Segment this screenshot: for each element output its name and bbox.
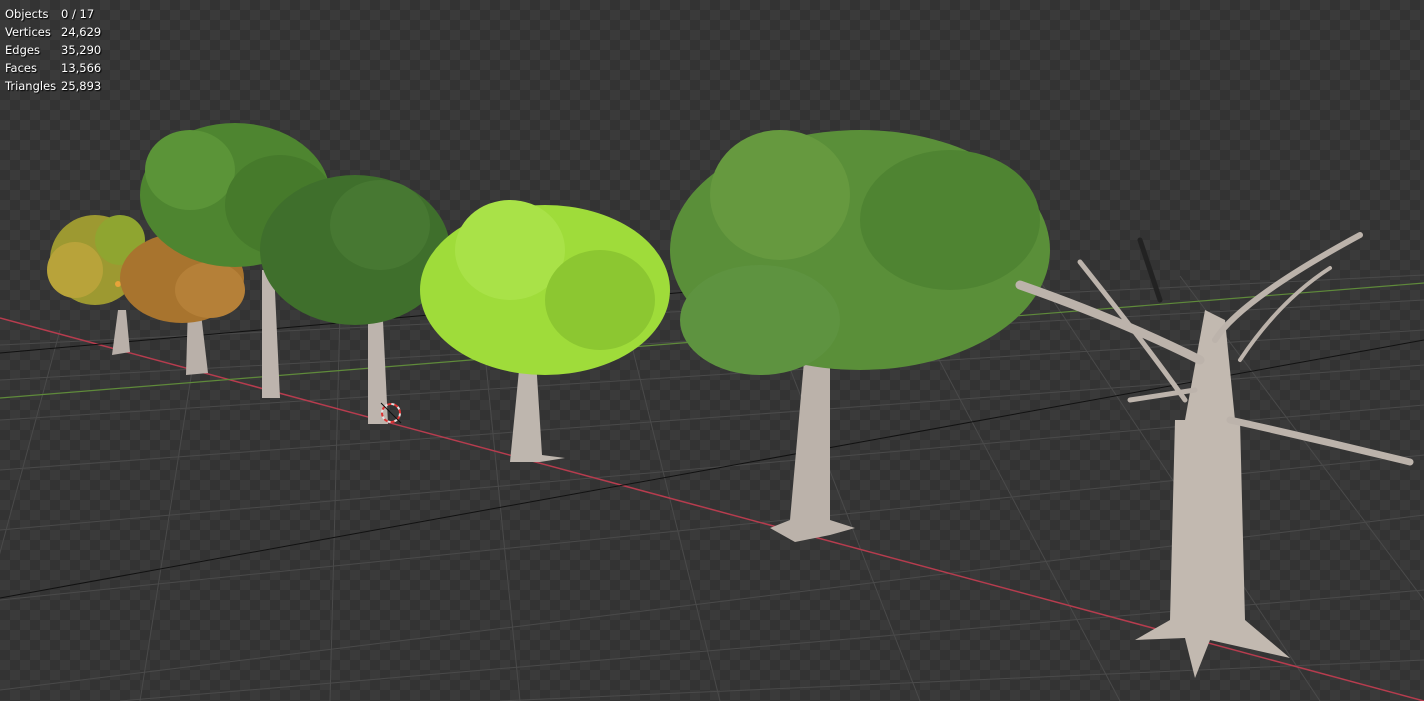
stat-row-triangles: Triangles 25,893 [5,77,101,95]
stat-row-objects: Objects 0 / 17 [5,5,101,23]
tree-7-dead[interactable] [1015,232,1414,678]
stat-value: 35,290 [61,43,102,57]
scene-statistics-overlay: Objects 0 / 17 Vertices 24,629 Edges 35,290 Fa… [5,5,101,95]
stat-label: Triangles [5,79,57,93]
stat-label: Objects [5,7,49,21]
stat-value: 0 / 17 [61,7,95,21]
stat-row-faces: Faces 13,566 [5,59,101,77]
tree-6-green[interactable] [670,130,1050,542]
stat-label: Vertices [5,25,51,39]
stat-value: 13,566 [61,61,102,75]
stat-value: 25,893 [61,79,102,93]
tree-5-lime[interactable] [420,200,670,462]
stat-row-vertices: Vertices 24,629 [5,23,101,41]
scene-canvas[interactable] [0,0,1424,701]
stat-label: Edges [5,43,40,57]
stat-label: Faces [5,61,37,75]
stat-row-edges: Edges 35,290 [5,41,101,59]
stat-value: 24,629 [61,25,102,39]
3d-viewport[interactable]: Objects 0 / 17 Vertices 24,629 Edges 35,290 Fa… [0,0,1424,701]
